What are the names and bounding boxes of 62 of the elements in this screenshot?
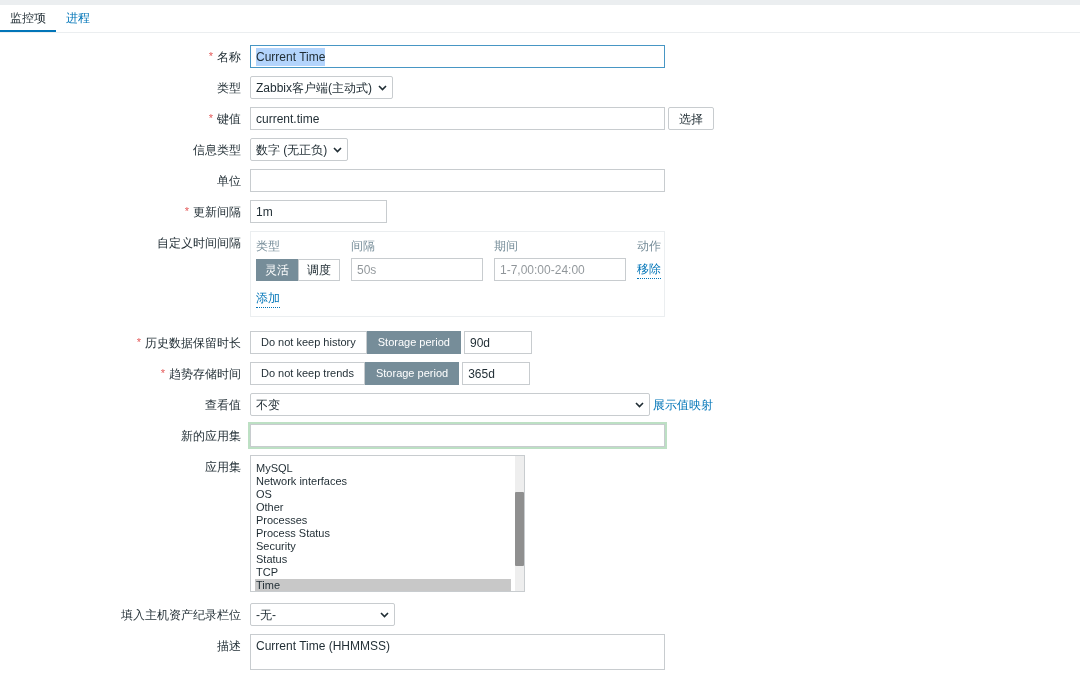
field-label: 应用集 — [205, 458, 241, 476]
input-field[interactable] — [250, 424, 665, 447]
input-field[interactable]: current.time — [250, 107, 665, 130]
tab[interactable]: 监控项 — [0, 5, 56, 32]
dropdown[interactable]: -无- — [250, 603, 395, 626]
chevron-icon — [635, 401, 644, 408]
tab[interactable]: 进程 — [56, 5, 100, 32]
remove-link[interactable]: 移除 — [637, 260, 661, 279]
field-label: 单位 — [217, 172, 241, 190]
input-field[interactable]: 90d — [463, 331, 532, 354]
required-mark: * — [184, 204, 189, 220]
add-link[interactable]: 添加 — [256, 289, 280, 308]
field-label: 描述 — [217, 637, 241, 655]
list-option[interactable]: Status — [255, 553, 511, 566]
select-button[interactable]: 选择 — [668, 107, 714, 130]
field-label: 新的应用集 — [181, 427, 241, 445]
input-field[interactable]: 1m — [250, 200, 387, 223]
list-option[interactable]: Time — [255, 579, 511, 591]
list-option[interactable]: Processes — [255, 514, 511, 527]
column-header: 间隔 — [351, 238, 375, 255]
field-label: 查看值 — [205, 396, 241, 414]
period-field[interactable]: 1-7,00:00-24:00 — [494, 258, 626, 281]
mode-toggle[interactable]: Do not keep trends — [250, 362, 365, 385]
description-field[interactable]: Current Time (HHMMSS) — [250, 634, 665, 670]
dropdown[interactable]: Zabbix客户端(主动式) — [250, 76, 393, 99]
mode-toggle[interactable]: 调度 — [298, 258, 340, 281]
input-field[interactable]: 365d — [462, 362, 531, 385]
field-label: 名称 — [217, 48, 241, 66]
required-mark: * — [208, 49, 213, 65]
list-option[interactable]: OS — [255, 488, 511, 501]
field-label: 信息类型 — [193, 141, 241, 159]
required-mark: * — [136, 335, 141, 351]
list-option[interactable]: Security — [255, 540, 511, 553]
column-header: 动作 — [637, 238, 661, 255]
chevron-icon — [333, 146, 343, 153]
input-field[interactable] — [250, 169, 665, 192]
chevron-icon — [380, 611, 389, 618]
column-header: 期间 — [494, 238, 518, 255]
field-label: 键值 — [217, 110, 241, 128]
column-header: 类型 — [256, 238, 280, 255]
list-option[interactable]: Network interfaces — [255, 475, 511, 488]
chevron-icon — [378, 84, 387, 91]
interval-field[interactable]: 50s — [351, 258, 483, 281]
field-label: 历史数据保留时长 — [145, 334, 241, 352]
required-mark: * — [208, 111, 213, 127]
dropdown[interactable]: 不变 — [250, 393, 650, 416]
list-option[interactable]: Process Status — [255, 527, 511, 540]
field-label: 自定义时间间隔 — [157, 234, 241, 252]
required-mark: * — [160, 366, 165, 382]
mode-toggle[interactable]: Do not keep history — [250, 331, 367, 354]
list-option[interactable]: TCP — [255, 566, 511, 579]
scrollbar-thumb[interactable] — [515, 492, 524, 566]
value-mapping-link[interactable]: 展示值映射 — [653, 395, 713, 414]
input-field[interactable]: Current Time — [250, 45, 665, 68]
dropdown[interactable]: 数字 (无正负) — [250, 138, 349, 161]
list-option[interactable]: MySQL — [255, 462, 511, 475]
field-label: 更新间隔 — [193, 203, 241, 221]
listbox[interactable]: MySQL Network interfaces OS Other Processes Process Status Security Status TCP Time — [250, 455, 525, 592]
list-option[interactable]: Other — [255, 501, 511, 514]
field-label: 类型 — [217, 79, 241, 97]
field-label: 填入主机资产纪录栏位 — [121, 606, 241, 624]
field-label: 趋势存储时间 — [169, 365, 241, 383]
